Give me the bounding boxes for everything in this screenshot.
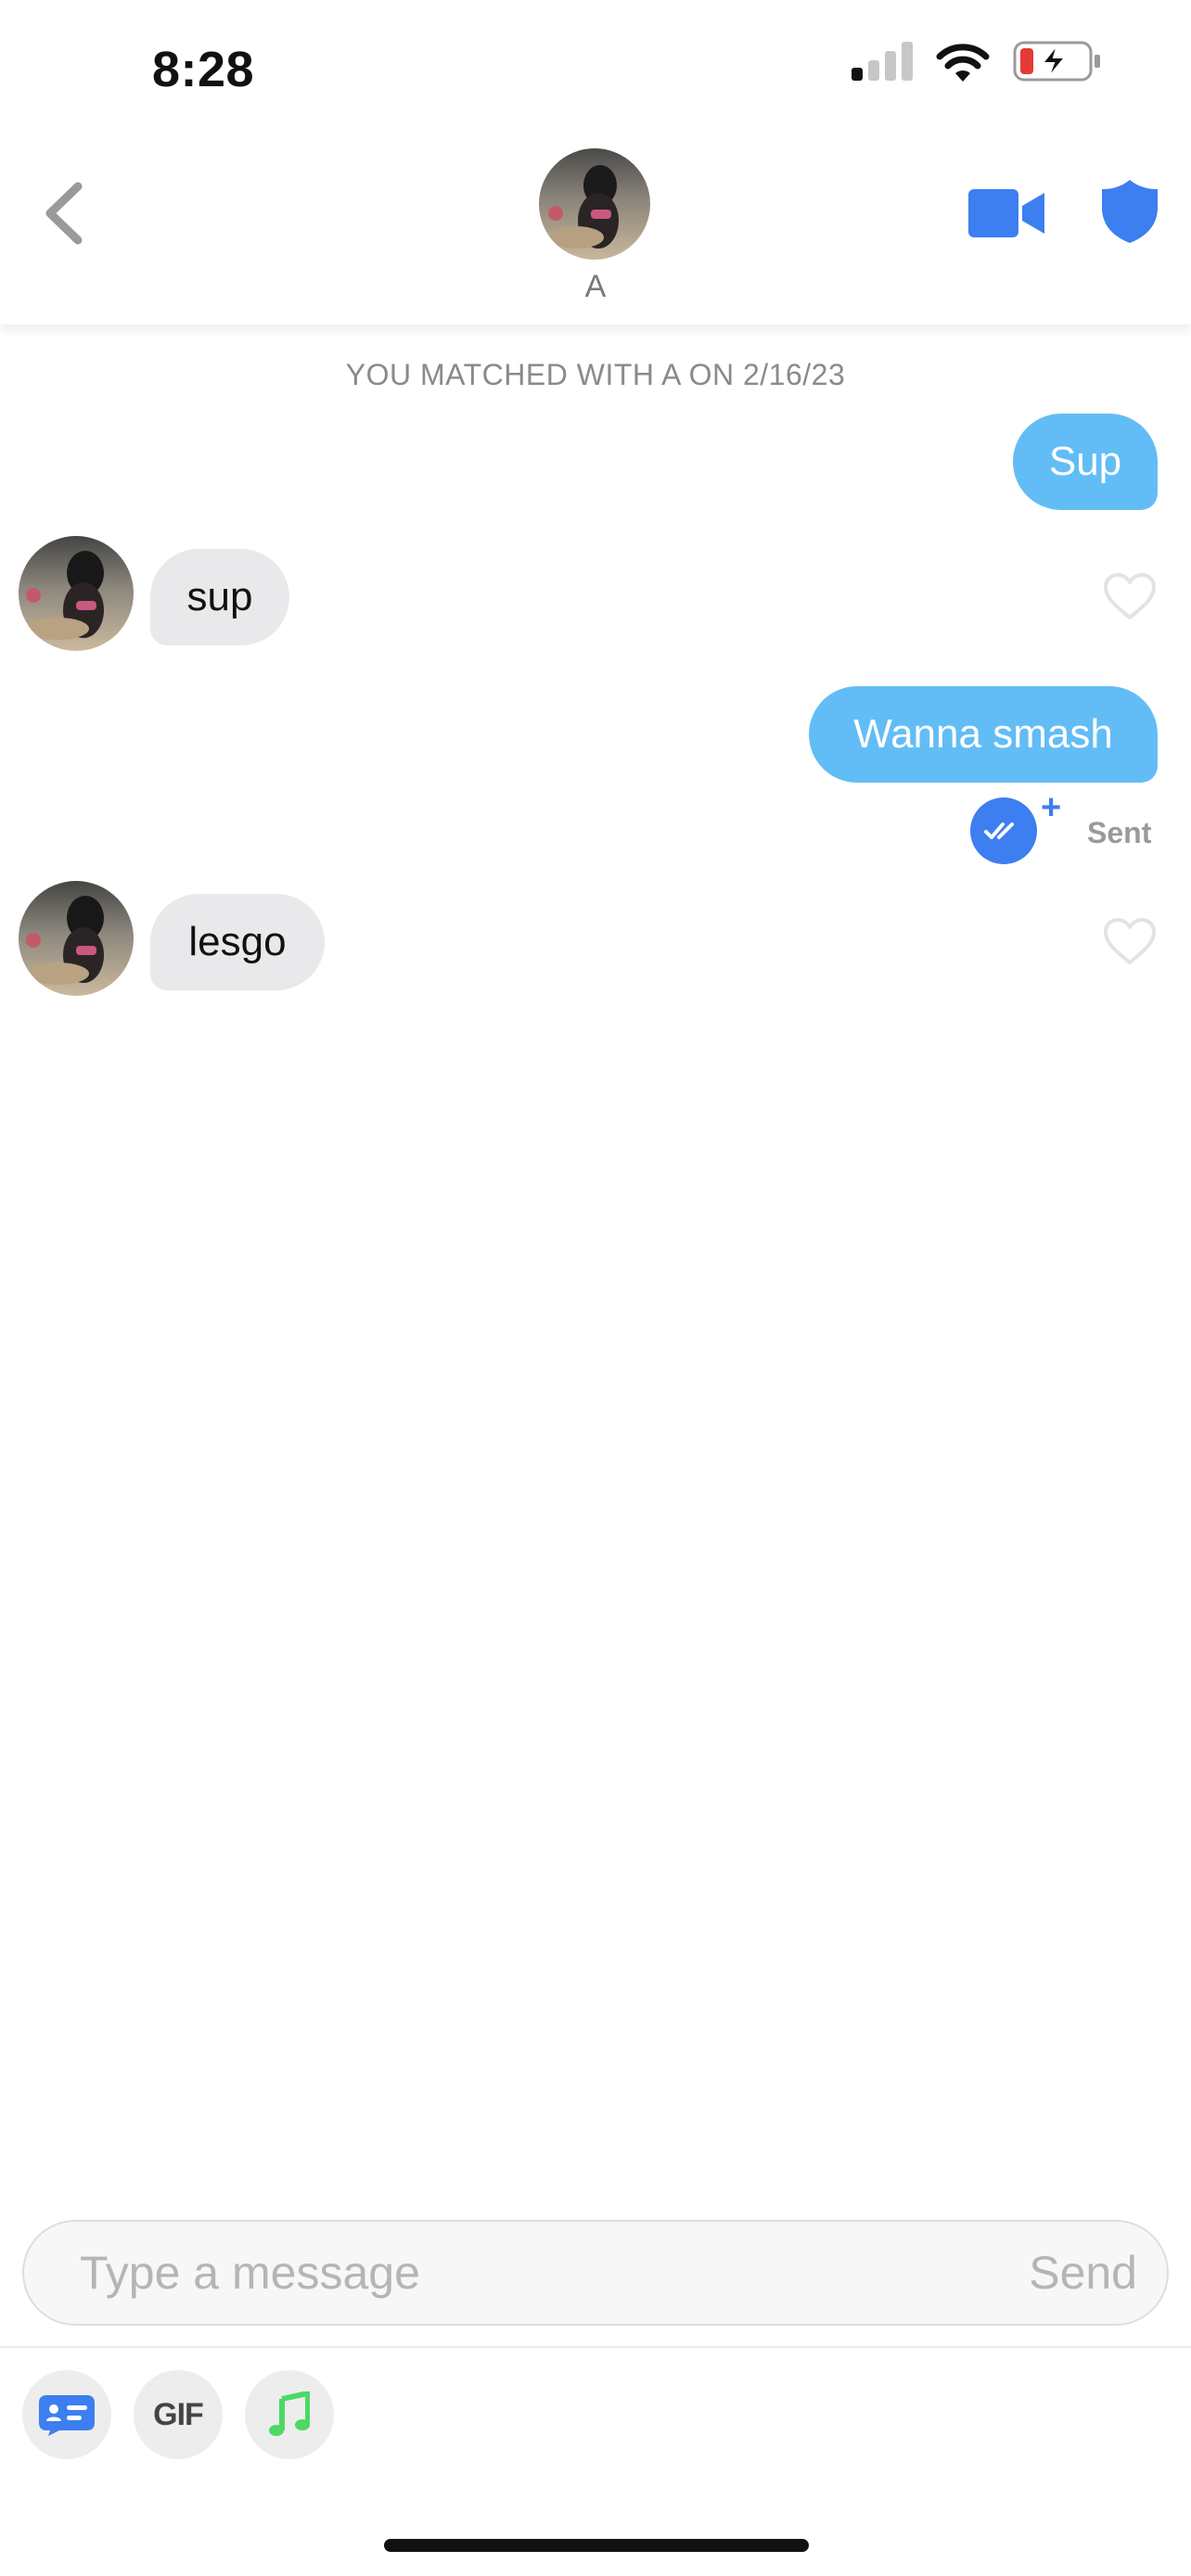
video-call-button[interactable]: [968, 187, 1044, 239]
message-composer: Send: [22, 2220, 1169, 2326]
music-note-icon: [269, 2391, 310, 2436]
wifi-icon: [936, 44, 990, 82]
like-heart-icon[interactable]: [1102, 916, 1158, 966]
sender-photo: [19, 536, 134, 651]
outgoing-message[interactable]: Sup: [1013, 414, 1158, 510]
chat-header: A: [0, 139, 1191, 325]
video-camera-icon: [968, 189, 1044, 237]
profile-card-icon: [39, 2395, 95, 2436]
match-notice: YOU MATCHED WITH A ON 2/16/23: [345, 358, 846, 391]
sender-photo: [19, 881, 134, 996]
like-heart-icon[interactable]: [1102, 571, 1158, 621]
incoming-message[interactable]: lesgo: [150, 894, 325, 990]
status-bar: 8:28: [0, 0, 1191, 139]
plus-icon[interactable]: +: [1041, 790, 1061, 825]
read-receipt-button[interactable]: [970, 797, 1037, 864]
message-text: lesgo: [188, 919, 287, 964]
music-button[interactable]: [245, 2370, 334, 2459]
shield-icon: [1102, 180, 1158, 243]
gif-button[interactable]: GIF: [134, 2370, 223, 2459]
double-check-icon: [984, 823, 1014, 839]
message-text: Wanna smash: [853, 711, 1113, 757]
composer-divider: [0, 2346, 1191, 2348]
cellular-signal-icon: [852, 42, 913, 81]
gif-label: GIF: [153, 2396, 204, 2432]
match-avatar[interactable]: [539, 148, 650, 260]
heart-icon: [1104, 918, 1156, 964]
profile-card-button[interactable]: [22, 2370, 111, 2459]
send-button[interactable]: Send: [1029, 2246, 1137, 2300]
message-input[interactable]: [78, 2245, 1030, 2301]
message-text: Sup: [1048, 439, 1122, 484]
home-indicator[interactable]: [384, 2539, 809, 2552]
message-text: sup: [186, 574, 253, 619]
heart-icon: [1104, 573, 1156, 619]
sender-avatar[interactable]: [19, 881, 134, 996]
match-name: A: [584, 269, 607, 304]
battery-charging-icon: [1013, 41, 1100, 82]
message-status: Sent: [1087, 816, 1152, 849]
back-button[interactable]: [33, 176, 93, 250]
safety-button[interactable]: [1102, 180, 1158, 243]
incoming-message[interactable]: sup: [150, 549, 289, 645]
status-time: 8:28: [152, 42, 255, 97]
match-photo: [539, 148, 650, 260]
outgoing-message[interactable]: Wanna smash: [809, 686, 1158, 783]
chevron-left-icon: [45, 182, 83, 245]
status-icons: [852, 41, 1102, 82]
sender-avatar[interactable]: [19, 536, 134, 651]
